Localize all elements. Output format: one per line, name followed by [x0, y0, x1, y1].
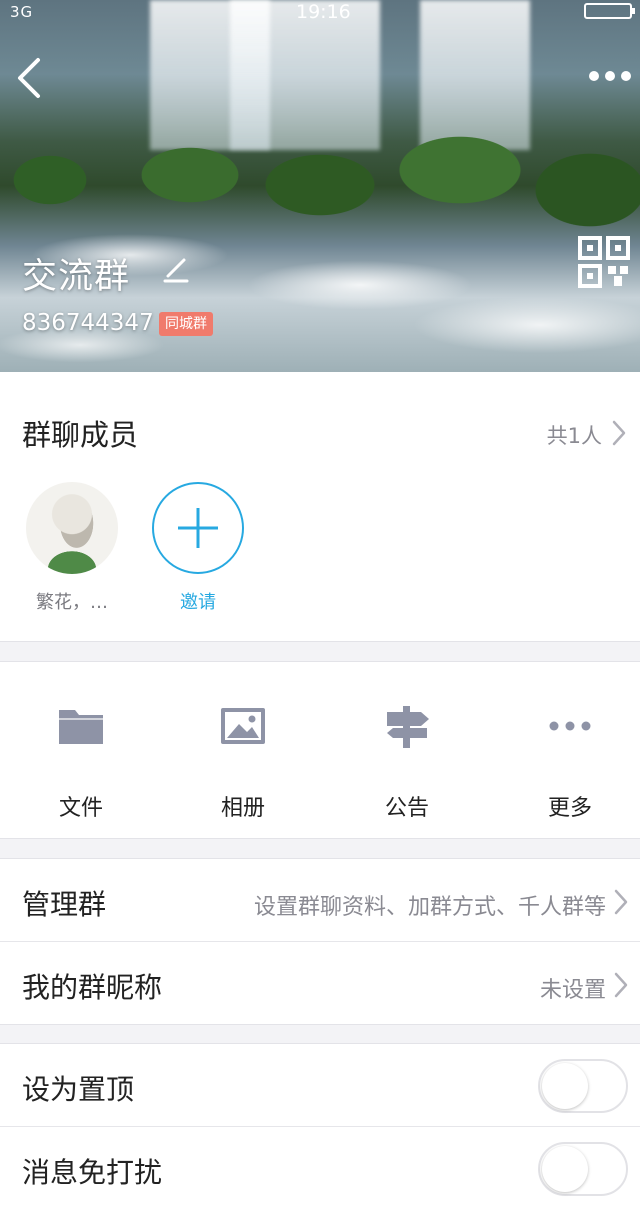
network-indicator: 3G: [10, 3, 34, 21]
my-group-nickname-row[interactable]: 我的群昵称 未设置: [0, 942, 640, 1025]
row-value: 未设置: [539, 978, 606, 1003]
more-options-button[interactable]: [586, 64, 634, 88]
status-time: 19:16: [296, 1, 351, 23]
toggle-list: 设为置顶 消息免打扰: [0, 1043, 640, 1215]
folder-icon: [59, 710, 103, 744]
toggle-knob: [542, 1063, 588, 1109]
back-button[interactable]: [14, 54, 44, 102]
group-id: 836744347: [22, 310, 154, 336]
feature-label: 更多: [547, 796, 592, 821]
manage-group-row[interactable]: 管理群 设置群聊资料、加群方式、千人群等: [0, 859, 640, 942]
plus-icon: [178, 508, 218, 548]
album-button[interactable]: 相册: [183, 702, 303, 822]
chevron-right-icon: [614, 889, 628, 915]
files-button[interactable]: 文件: [21, 702, 141, 822]
signpost-icon: [387, 706, 429, 748]
invite-label: 邀请: [180, 592, 216, 613]
invite-circle[interactable]: [152, 482, 244, 574]
more-features-button[interactable]: 更多: [510, 702, 630, 822]
feature-label: 文件: [58, 796, 103, 821]
member-count[interactable]: 共1人: [547, 420, 602, 450]
chevron-left-icon: [18, 58, 40, 98]
edit-pencil-icon[interactable]: [162, 254, 190, 284]
avatar: [26, 482, 118, 574]
member-name: 繁花，…: [36, 592, 108, 613]
pin-to-top-row: 设为置顶: [0, 1044, 640, 1127]
members-title: 群聊成员: [22, 418, 139, 452]
feature-label: 公告: [384, 796, 429, 821]
more-dots-icon: [549, 721, 591, 731]
row-value: 设置群聊资料、加群方式、千人群等: [253, 895, 606, 920]
group-type-badge: 同城群: [159, 312, 213, 336]
feature-label: 相册: [220, 796, 265, 821]
do-not-disturb-row: 消息免打扰: [0, 1127, 640, 1210]
row-label: 管理群: [22, 888, 107, 921]
group-name: 交流群: [22, 257, 131, 297]
chevron-right-icon: [614, 972, 628, 998]
row-label: 消息免打扰: [22, 1156, 163, 1189]
qr-code-icon[interactable]: [578, 236, 630, 288]
announcement-button[interactable]: 公告: [347, 702, 467, 822]
chevron-right-icon: [612, 420, 626, 446]
row-label: 设为置顶: [22, 1073, 135, 1106]
member-item[interactable]: 繁花，…: [22, 482, 122, 614]
pin-to-top-toggle[interactable]: [538, 1059, 628, 1113]
do-not-disturb-toggle[interactable]: [538, 1142, 628, 1196]
toggle-knob: [542, 1146, 588, 1192]
ellipsis-icon: [589, 71, 631, 81]
image-icon: [221, 708, 265, 744]
feature-grid: 文件 相册 公告 更多: [0, 661, 640, 839]
invite-member-button[interactable]: 邀请: [148, 482, 248, 614]
settings-list: 管理群 设置群聊资料、加群方式、千人群等 我的群昵称 未设置: [0, 858, 640, 1025]
row-label: 我的群昵称: [22, 971, 163, 1004]
battery-icon: [584, 3, 635, 19]
group-members-section: 群聊成员 共1人 繁花，… 邀请: [0, 372, 640, 642]
status-bar: 3G 19:16: [0, 0, 640, 24]
